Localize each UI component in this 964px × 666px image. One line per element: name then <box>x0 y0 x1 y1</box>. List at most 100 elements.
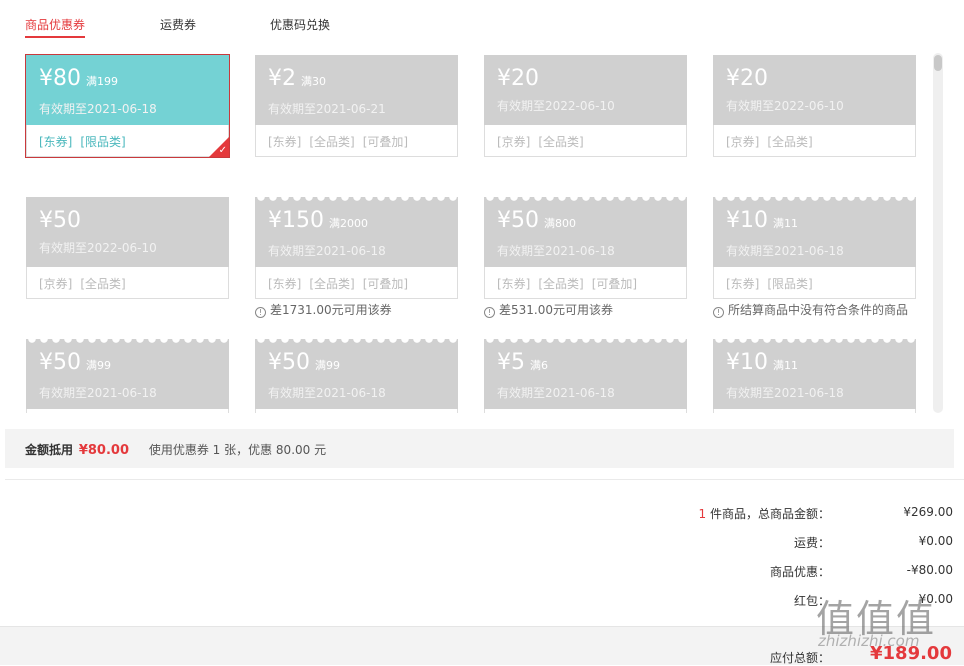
scrollbar-thumb[interactable] <box>934 55 942 71</box>
coupon-tag: [东券] <box>39 135 73 149</box>
coupon-amount-line: ¥10 满11 <box>726 349 916 380</box>
info-icon: ! <box>255 307 266 318</box>
coupon-amount-line: ¥20 <box>497 65 687 93</box>
shipping-label: 运费： <box>793 536 830 550</box>
coupon-tag: [可叠加] <box>362 277 409 291</box>
tab-goods-coupon[interactable]: 商品优惠券 <box>25 16 86 38</box>
coupon-unavailable-note: ! 差1731.00元可用该券 <box>255 301 392 318</box>
coupon-tag: [京券] <box>726 135 760 149</box>
coupon-tag: [全品类] <box>309 135 355 149</box>
coupon-face: ¥10 满11 有效期至2021-06-18 <box>713 339 916 409</box>
coupon-tag: [可叠加] <box>591 277 638 291</box>
tab-promo-code[interactable]: 优惠码兑换 <box>270 16 330 33</box>
coupon-condition: 满99 <box>86 359 111 372</box>
coupon-note-text: 所结算商品中没有符合条件的商品 <box>728 303 909 317</box>
redpacket-label: 红包： <box>793 594 830 608</box>
coupon-card[interactable]: ¥50 满99 有效期至2021-06-18 <box>255 339 458 413</box>
coupon-tags: [京券] [全品类] <box>713 125 916 157</box>
coupon-tags <box>255 409 458 413</box>
coupon-face: ¥150 满2000 有效期至2021-06-18 <box>255 197 458 267</box>
coupon-condition: 满800 <box>544 217 576 230</box>
coupon-tag: [限品类] <box>767 277 813 291</box>
coupon-tag: [全品类] <box>538 135 584 149</box>
deduction-label: 金额抵用 <box>25 443 74 457</box>
coupon-amount-line: ¥150 满2000 <box>268 207 458 238</box>
coupon-grid: ¥80 满199 有效期至2021-06-18 [东券] [限品类] ✓ ¥2 满30 有效期至… <box>0 0 930 413</box>
discount-amount: -¥80.00 <box>906 563 953 577</box>
coupon-tag: [全品类] <box>767 135 813 149</box>
coupon-tag: [东券] <box>497 277 531 291</box>
coupon-amount: ¥20 <box>726 66 768 91</box>
coupon-face: ¥10 满11 有效期至2021-06-18 <box>713 197 916 267</box>
coupon-face: ¥2 满30 有效期至2021-06-21 <box>255 55 458 125</box>
coupon-tag: [京券] <box>39 277 73 291</box>
coupon-tag: [东券] <box>268 135 302 149</box>
coupon-amount: ¥20 <box>497 66 539 91</box>
coupon-card[interactable]: ¥10 满11 有效期至2021-06-18 <box>713 339 916 413</box>
coupon-tags: [京券] [全品类] <box>26 267 229 299</box>
coupon-card[interactable]: ¥20 有效期至2022-06-10 [京券] [全品类] <box>484 55 687 157</box>
coupon-expiry: 有效期至2021-06-18 <box>39 386 157 400</box>
shipping-amount: ¥0.00 <box>918 534 953 548</box>
divider <box>5 479 964 480</box>
coupon-note-text: 差531.00元可用该券 <box>499 303 613 317</box>
coupon-amount-line: ¥10 满11 <box>726 207 916 238</box>
coupon-condition: 满11 <box>773 359 798 372</box>
coupon-amount: ¥2 <box>268 66 296 91</box>
coupon-amount: ¥50 <box>497 208 539 233</box>
coupon-expiry: 有效期至2021-06-18 <box>268 386 386 400</box>
coupon-tag: [可叠加] <box>362 135 409 149</box>
coupon-tags: [京券] [全品类] <box>484 125 687 157</box>
coupon-face: ¥20 有效期至2022-06-10 <box>484 55 687 125</box>
coupon-amount-line: ¥5 满6 <box>497 349 687 380</box>
coupon-amount-line: ¥50 满99 <box>39 349 229 380</box>
redpacket-amount: ¥0.00 <box>918 592 953 606</box>
scrollbar[interactable] <box>933 53 943 413</box>
coupon-tags: [东券] [全品类] [可叠加] <box>255 267 458 299</box>
coupon-expiry: 有效期至2021-06-18 <box>268 244 386 258</box>
coupon-card[interactable]: ¥10 满11 有效期至2021-06-18 [东券] [限品类] <box>713 197 916 299</box>
coupon-amount-line: ¥20 <box>726 65 916 93</box>
coupon-amount: ¥150 <box>268 208 324 233</box>
coupon-tag: [限品类] <box>80 135 126 149</box>
items-total-text: 件商品，总商品金额： <box>706 507 830 521</box>
tab-shipping-coupon[interactable]: 运费券 <box>160 16 196 33</box>
coupon-tag: [全品类] <box>538 277 584 291</box>
coupon-amount: ¥10 <box>726 350 768 375</box>
coupon-condition: 满99 <box>315 359 340 372</box>
deduction-value: ¥80.00 <box>78 443 130 458</box>
coupon-amount-line: ¥2 满30 <box>268 65 458 96</box>
coupon-expiry: 有效期至2021-06-18 <box>39 102 157 116</box>
coupon-amount-line: ¥50 满800 <box>497 207 687 238</box>
coupon-card[interactable]: ¥5 满6 有效期至2021-06-18 <box>484 339 687 413</box>
coupon-card[interactable]: ¥50 有效期至2022-06-10 [京券] [全品类] <box>26 197 229 299</box>
coupon-card[interactable]: ¥2 满30 有效期至2021-06-21 [东券] [全品类] [可叠加] <box>255 55 458 157</box>
coupon-amount-line: ¥80 满199 <box>39 65 229 96</box>
coupon-tags: [东券] [全品类] [可叠加] <box>255 125 458 157</box>
coupon-card[interactable]: ¥80 满199 有效期至2021-06-18 [东券] [限品类] ✓ <box>25 54 230 158</box>
coupon-expiry: 有效期至2021-06-21 <box>268 102 386 116</box>
coupon-summary-bar: 金额抵用 ¥80.00 使用优惠券 1 张，优惠 80.00 元 <box>5 429 954 468</box>
coupon-tag: [全品类] <box>80 277 126 291</box>
coupon-amount: ¥50 <box>268 350 310 375</box>
items-total-amount: ¥269.00 <box>903 505 953 519</box>
coupon-tags: [东券] [全品类] [可叠加] <box>484 267 687 299</box>
payable-bar: 应付总额： ¥189.00 <box>0 626 964 665</box>
coupon-card[interactable]: ¥20 有效期至2022-06-10 [京券] [全品类] <box>713 55 916 157</box>
coupon-card[interactable]: ¥50 满99 有效期至2021-06-18 <box>26 339 229 413</box>
coupon-face: ¥20 有效期至2022-06-10 <box>713 55 916 125</box>
coupon-tag: [京券] <box>497 135 531 149</box>
info-icon: ! <box>484 307 495 318</box>
coupon-expiry: 有效期至2021-06-18 <box>497 244 615 258</box>
coupon-tag: [东券] <box>268 277 302 291</box>
coupon-tags: [东券] [限品类] <box>713 267 916 299</box>
payable-label: 应付总额： <box>770 651 831 665</box>
coupon-condition: 满30 <box>301 75 326 88</box>
coupon-tags <box>713 409 916 413</box>
coupon-expiry: 有效期至2021-06-18 <box>726 386 844 400</box>
coupon-tags <box>26 409 229 413</box>
coupon-card[interactable]: ¥150 满2000 有效期至2021-06-18 [东券] [全品类] [可叠加] <box>255 197 458 299</box>
deduction-description: 使用优惠券 1 张，优惠 80.00 元 <box>148 443 327 457</box>
coupon-expiry: 有效期至2021-06-18 <box>726 244 844 258</box>
coupon-card[interactable]: ¥50 满800 有效期至2021-06-18 [东券] [全品类] [可叠加] <box>484 197 687 299</box>
